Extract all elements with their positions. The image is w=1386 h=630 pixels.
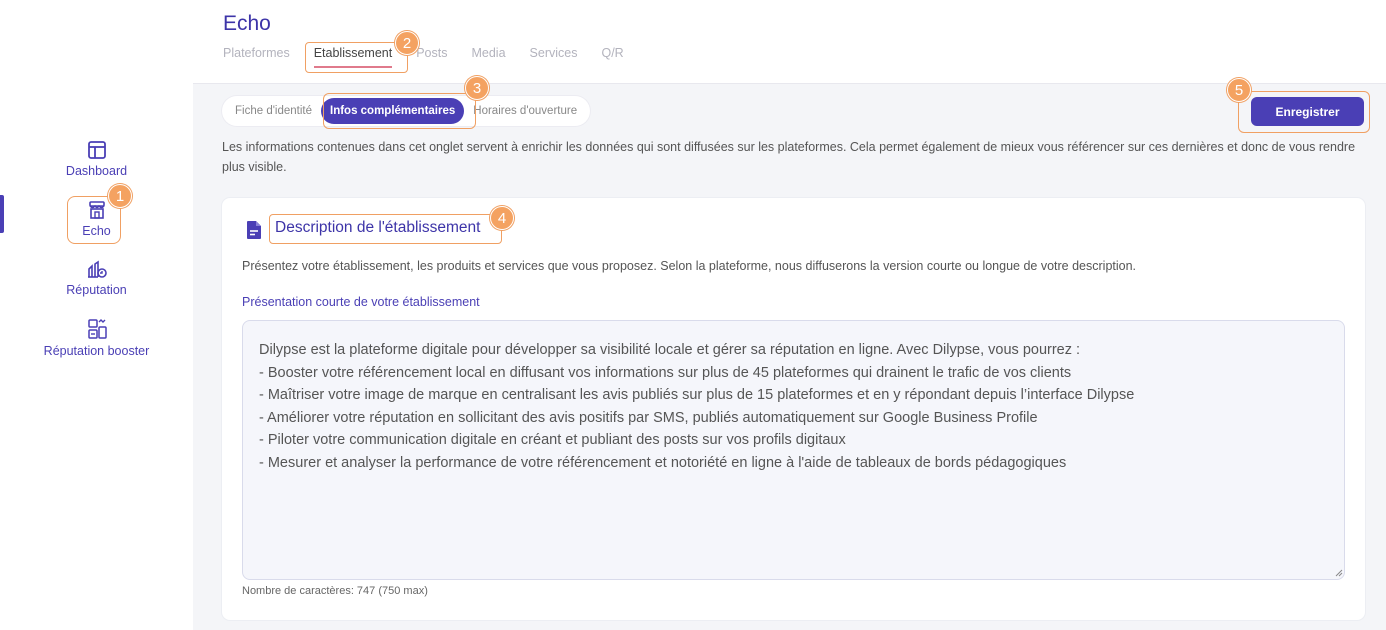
booster-icon [87,319,107,339]
resize-handle-icon[interactable] [1335,569,1343,577]
callout-badge: 3 [465,76,489,100]
info-text: Les informations contenues dans cet ongl… [222,140,1356,174]
sidebar-item-label: Réputation booster [43,344,150,358]
callout-badge: 4 [490,206,514,230]
callout-frame [323,93,476,129]
callout-badge: 1 [108,184,132,208]
reputation-icon [87,260,107,278]
tab-services[interactable]: Services [530,46,578,68]
description-card: Description de l'établissement Présentez… [222,198,1365,620]
callout-badge: 2 [395,31,419,55]
dashboard-icon [87,141,106,159]
sidebar-item-reputation-booster[interactable]: Réputation booster [0,318,193,358]
document-icon [247,221,261,239]
tab-posts[interactable]: Posts [416,46,447,68]
subtab-horaires-ouverture[interactable]: Horaires d'ouverture [464,98,586,124]
tab-plateformes[interactable]: Plateformes [223,46,290,68]
page-title: Echo [223,12,271,35]
sidebar-item-label: Dashboard [65,164,128,178]
field-label: Présentation courte de votre établisseme… [242,295,480,309]
sidebar-item-label: Réputation [66,283,127,297]
character-count: Nombre de caractères: 747 (750 max) [242,585,428,597]
callout-frame [305,42,408,73]
sidebar: Dashboard Echo Réputation Réputation boo… [0,0,193,630]
callout-frame [269,214,502,244]
section-description: Présentez votre établissement, les produ… [242,259,1137,273]
sidebar-item-reputation[interactable]: Réputation [0,259,193,297]
short-description-textarea[interactable] [242,320,1345,580]
callout-frame [1238,91,1370,133]
callout-badge: 5 [1227,78,1251,102]
sidebar-item-dashboard[interactable]: Dashboard [0,140,193,178]
tab-qr[interactable]: Q/R [601,46,623,68]
tab-media[interactable]: Media [471,46,505,68]
main-tabs: Plateformes Etablissement Posts Media Se… [223,46,648,68]
subtab-fiche-identite[interactable]: Fiche d'identité [226,98,321,124]
